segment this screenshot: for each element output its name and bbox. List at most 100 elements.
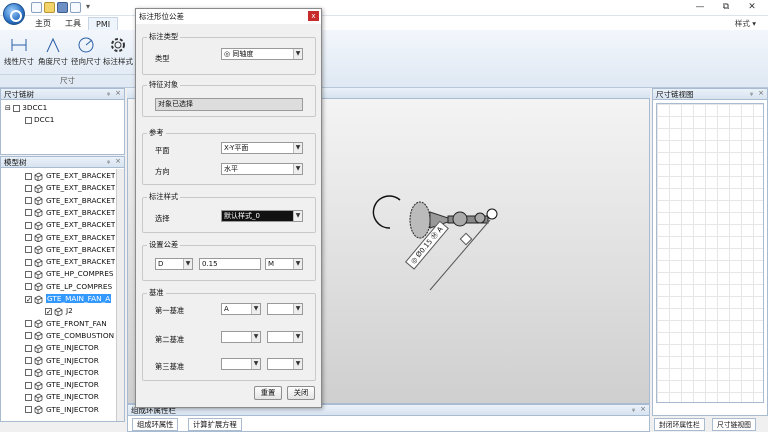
group-title: 特征对象 (147, 80, 181, 90)
checkbox[interactable] (25, 246, 32, 254)
style-select[interactable]: 默认样式_0 ▼ (221, 210, 303, 222)
model-tree-item[interactable]: GTE_INJECTOR (25, 342, 99, 354)
tab-pmi[interactable]: PMI (88, 17, 119, 30)
model-tree-item[interactable]: GTE_INJECTOR (25, 367, 99, 379)
dialog-close-icon[interactable]: x (308, 11, 319, 21)
datum-3-select[interactable]: ▼ (221, 358, 261, 370)
checkbox[interactable] (25, 295, 32, 303)
checkbox[interactable] (25, 184, 32, 192)
pin-icon[interactable]: ᵩ (750, 89, 753, 97)
checkbox[interactable] (25, 381, 32, 389)
open-folder-icon[interactable] (44, 2, 55, 13)
reset-button[interactable]: 重置 (254, 386, 282, 400)
tab-home[interactable]: 主页 (28, 17, 58, 30)
pin-icon[interactable]: ᵩ (107, 157, 110, 165)
datum-1-modifier-select[interactable]: ▼ (267, 303, 303, 315)
plane-select[interactable]: X-Y平面 ▼ (221, 142, 303, 154)
checkbox[interactable] (25, 332, 32, 340)
model-tree-item[interactable]: GTE_COMBUSTION (25, 330, 114, 342)
new-file-icon[interactable] (31, 2, 42, 13)
model-tree-item[interactable]: GTE_EXT_BRACKET (25, 170, 115, 182)
model-tree-item-label: GTE_EXT_BRACKET (46, 183, 116, 193)
model-tree-item[interactable]: GTE_EXT_BRACKET (25, 195, 115, 207)
minimize-button[interactable]: — (690, 1, 710, 14)
datum-1-select[interactable]: A ▼ (221, 303, 261, 315)
direction-select[interactable]: 水平 ▼ (221, 163, 303, 175)
model-tree-item[interactable]: GTE_INJECTOR (25, 404, 99, 416)
checkbox[interactable] (25, 270, 32, 278)
save-icon[interactable] (57, 2, 68, 13)
checkbox[interactable] (25, 406, 32, 414)
tree-item-dcc1[interactable]: DCC1 (25, 114, 54, 126)
app-menu-button[interactable] (3, 3, 25, 25)
close-dialog-button[interactable]: 关闭 (287, 386, 315, 400)
checkbox[interactable] (25, 320, 32, 328)
model-tree-item-label: GTE_INJECTOR (46, 404, 99, 414)
tree-item-3dcc1[interactable]: ⊟ 3DCC1 (5, 102, 47, 114)
part-cube-icon (34, 368, 43, 378)
pin-icon[interactable]: ᵩ (632, 405, 635, 413)
tab-dim-chain-view[interactable]: 尺寸链视图 (712, 418, 756, 431)
model-tree-item[interactable]: GTE_EXT_BRACKET (25, 207, 115, 219)
checkbox[interactable] (25, 344, 32, 352)
tab-component-ring-props[interactable]: 组成环属性 (132, 418, 179, 431)
close-icon[interactable]: × (640, 405, 646, 413)
part-cube-icon (34, 344, 43, 354)
close-icon[interactable]: × (758, 89, 764, 97)
checkbox[interactable] (45, 307, 52, 315)
datum-3-modifier-select[interactable]: ▼ (267, 358, 303, 370)
radial-dimension-button[interactable]: 径向尺寸 (71, 36, 101, 72)
radial-dimension-label: 径向尺寸 (71, 57, 101, 66)
checkbox[interactable] (25, 258, 32, 266)
maximize-button[interactable]: ⧉ (716, 1, 736, 14)
turbine-model[interactable] (360, 180, 530, 310)
annotation-style-button[interactable]: 标注样式 (103, 36, 133, 72)
model-tree-item[interactable]: GTE_INJECTOR (25, 355, 99, 367)
tab-closed-ring-props[interactable]: 封闭环属性栏 (654, 418, 705, 431)
checkbox[interactable] (25, 234, 32, 241)
type-select[interactable]: ◎ 同轴度 ▼ (221, 48, 303, 60)
close-window-button[interactable]: ✕ (742, 1, 762, 14)
checkbox[interactable] (25, 369, 32, 377)
model-tree-item[interactable]: GTE_EXT_BRACKET (25, 244, 115, 256)
checkbox[interactable] (25, 393, 32, 401)
model-tree-item[interactable]: GTE_INJECTOR (25, 391, 99, 403)
model-tree-item[interactable]: GTE_LP_COMPRES (25, 281, 112, 293)
tolerance-value-input[interactable]: 0.15 (199, 258, 261, 270)
feature-selection-field[interactable]: 对象已选择 (155, 98, 303, 111)
qat-dropdown-icon[interactable]: ▾ (86, 2, 90, 11)
model-tree-item[interactable]: GTE_EXT_BRACKET (25, 219, 115, 231)
tab-tools[interactable]: 工具 (58, 17, 88, 30)
tolerance-modifier-select[interactable]: M ▼ (265, 258, 303, 270)
datum-2-modifier-select[interactable]: ▼ (267, 331, 303, 343)
checkbox[interactable] (25, 172, 32, 180)
close-icon[interactable]: × (115, 89, 121, 97)
model-tree-item[interactable]: GTE_EXT_BRACKET (25, 232, 115, 244)
model-tree-item[interactable]: GTE_EXT_BRACKET (25, 182, 115, 194)
linear-dimension-icon (11, 39, 27, 51)
linear-dimension-label: 线性尺寸 (4, 57, 34, 66)
style-label: 选择 (155, 214, 170, 223)
model-tree-scrollbar[interactable] (116, 169, 124, 421)
checkbox[interactable] (25, 197, 32, 205)
model-tree-item[interactable]: GTE_MAIN_FAN_A (25, 293, 112, 305)
checkbox[interactable] (25, 283, 32, 291)
checkbox[interactable] (25, 221, 32, 229)
checkbox[interactable] (25, 357, 32, 364)
print-icon[interactable] (70, 2, 81, 13)
model-tree-item[interactable]: GTE_EXT_BRACKET (25, 256, 115, 268)
style-menu[interactable]: 样式 ▾ (735, 18, 756, 29)
checkbox[interactable] (25, 209, 32, 217)
tolerance-symbol-select[interactable]: D ▼ (155, 258, 193, 270)
tab-calc-equation[interactable]: 计算扩展方程 (188, 418, 242, 431)
angle-dimension-button[interactable]: 角度尺寸 (38, 36, 68, 72)
model-tree-item[interactable]: GTE_FRONT_FAN (25, 318, 107, 330)
model-tree-item[interactable]: J2 (45, 305, 73, 317)
pin-icon[interactable]: ᵩ (107, 89, 110, 97)
dim-chain-view-grid[interactable] (656, 103, 764, 403)
datum-2-select[interactable]: ▼ (221, 331, 261, 343)
close-icon[interactable]: × (115, 157, 121, 165)
model-tree-item[interactable]: GTE_INJECTOR (25, 379, 99, 391)
model-tree-item[interactable]: GTE_HP_COMPRES (25, 268, 114, 280)
linear-dimension-button[interactable]: 线性尺寸 (4, 36, 34, 72)
